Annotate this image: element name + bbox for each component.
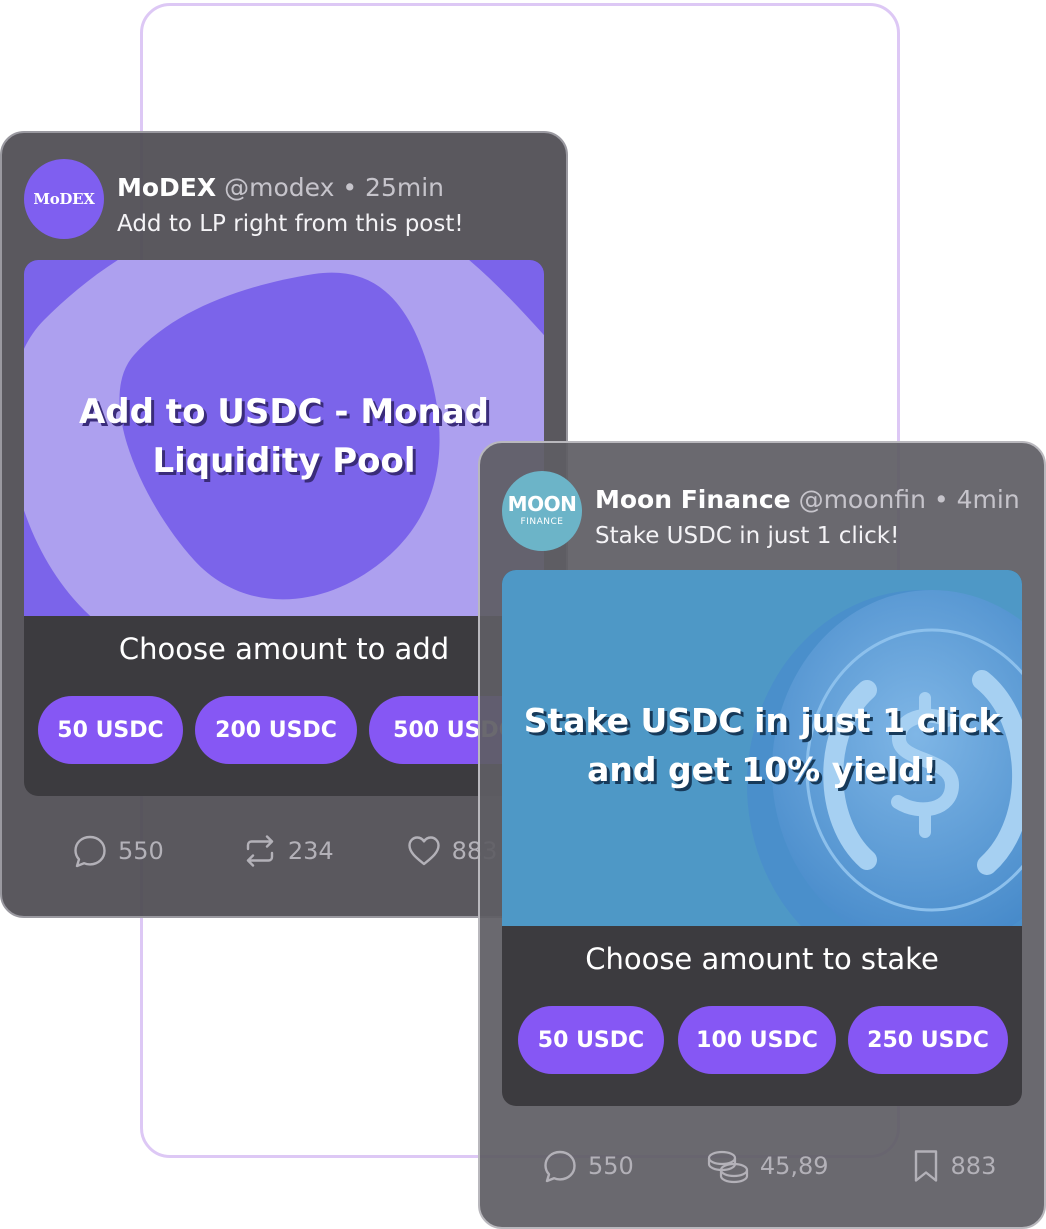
- post-text: Stake USDC in just 1 click!: [595, 523, 900, 549]
- post-actions: 550 45,89 883: [542, 1148, 996, 1184]
- post-actions: 550 234 883: [72, 833, 497, 869]
- author-handle[interactable]: @moonfin: [799, 485, 926, 514]
- post-header: MoDEX @modex • 25min: [117, 173, 444, 202]
- post-time: 25min: [365, 173, 445, 202]
- repost-action[interactable]: 234: [242, 833, 334, 869]
- banner-title: Stake USDC in just 1 click and get 10% y…: [502, 696, 1022, 794]
- amount-button-50[interactable]: 50 USDC: [38, 696, 183, 764]
- author-handle[interactable]: @modex: [224, 173, 334, 202]
- choose-amount-label: Choose amount to add: [118, 632, 450, 666]
- post-embed: Add to USDC - Monad Liquidity Pool Choos…: [24, 260, 544, 796]
- reply-count: 550: [588, 1152, 634, 1180]
- author-name[interactable]: MoDEX: [117, 173, 216, 202]
- avatar[interactable]: MoDEX: [24, 159, 104, 239]
- avatar-logo-text: MoDEX: [33, 190, 95, 208]
- banner-title-line-1: Stake USDC in just 1 click: [523, 701, 1001, 740]
- amount-buttons: 50 USDC 100 USDC 250 USDC: [518, 1006, 1008, 1074]
- amount-button-100[interactable]: 100 USDC: [678, 1006, 836, 1074]
- separator-dot: •: [342, 173, 358, 202]
- post-banner: Add to USDC - Monad Liquidity Pool: [24, 260, 544, 616]
- banner-title: Add to USDC - Monad Liquidity Pool: [24, 388, 544, 486]
- comment-bubble-icon: [74, 835, 106, 868]
- heart-icon: [407, 836, 440, 866]
- reply-action[interactable]: 550: [542, 1148, 634, 1184]
- bookmark-icon: [914, 1150, 937, 1182]
- avatar-logo-subtext: FINANCE: [520, 517, 564, 527]
- bookmark-action[interactable]: 883: [911, 1148, 997, 1184]
- repost-count: 234: [287, 837, 334, 865]
- banner-title-line-1: Add to USDC - Monad: [78, 392, 489, 432]
- amount-button-200[interactable]: 200 USDC: [195, 696, 357, 764]
- separator-dot: •: [933, 485, 949, 514]
- tip-amount: 45,89: [759, 1152, 829, 1180]
- post-embed: Stake USDC in just 1 click and get 10% y…: [502, 570, 1022, 1106]
- reply-action[interactable]: 550: [72, 833, 164, 869]
- coin-stack-icon: [707, 1150, 748, 1184]
- post-time: 4min: [956, 485, 1020, 514]
- post-banner: Stake USDC in just 1 click and get 10% y…: [502, 570, 1022, 926]
- author-name[interactable]: Moon Finance: [595, 485, 791, 514]
- comment-bubble-icon: [544, 1150, 576, 1183]
- amount-button-50[interactable]: 50 USDC: [518, 1006, 664, 1074]
- banner-title-line-2: and get 10% yield!: [587, 750, 937, 789]
- banner-title-line-2: Liquidity Pool: [152, 441, 416, 481]
- repost-arrows-icon: [246, 835, 274, 867]
- reply-count: 550: [118, 837, 164, 865]
- amount-button-250[interactable]: 250 USDC: [848, 1006, 1008, 1074]
- post-text: Add to LP right from this post!: [117, 211, 464, 237]
- post-card-moon-finance: MOON FINANCE Moon Finance @moonfin • 4mi…: [478, 441, 1046, 1229]
- choose-amount-label: Choose amount to stake: [585, 942, 939, 976]
- tip-action[interactable]: 45,89: [706, 1148, 829, 1184]
- avatar-logo-text: MOON: [507, 492, 577, 516]
- amount-buttons: 50 USDC 200 USDC 500 USDC: [38, 696, 539, 764]
- bookmark-count: 883: [950, 1152, 997, 1180]
- post-header: Moon Finance @moonfin • 4min: [595, 485, 1020, 514]
- avatar[interactable]: MOON FINANCE: [502, 471, 582, 551]
